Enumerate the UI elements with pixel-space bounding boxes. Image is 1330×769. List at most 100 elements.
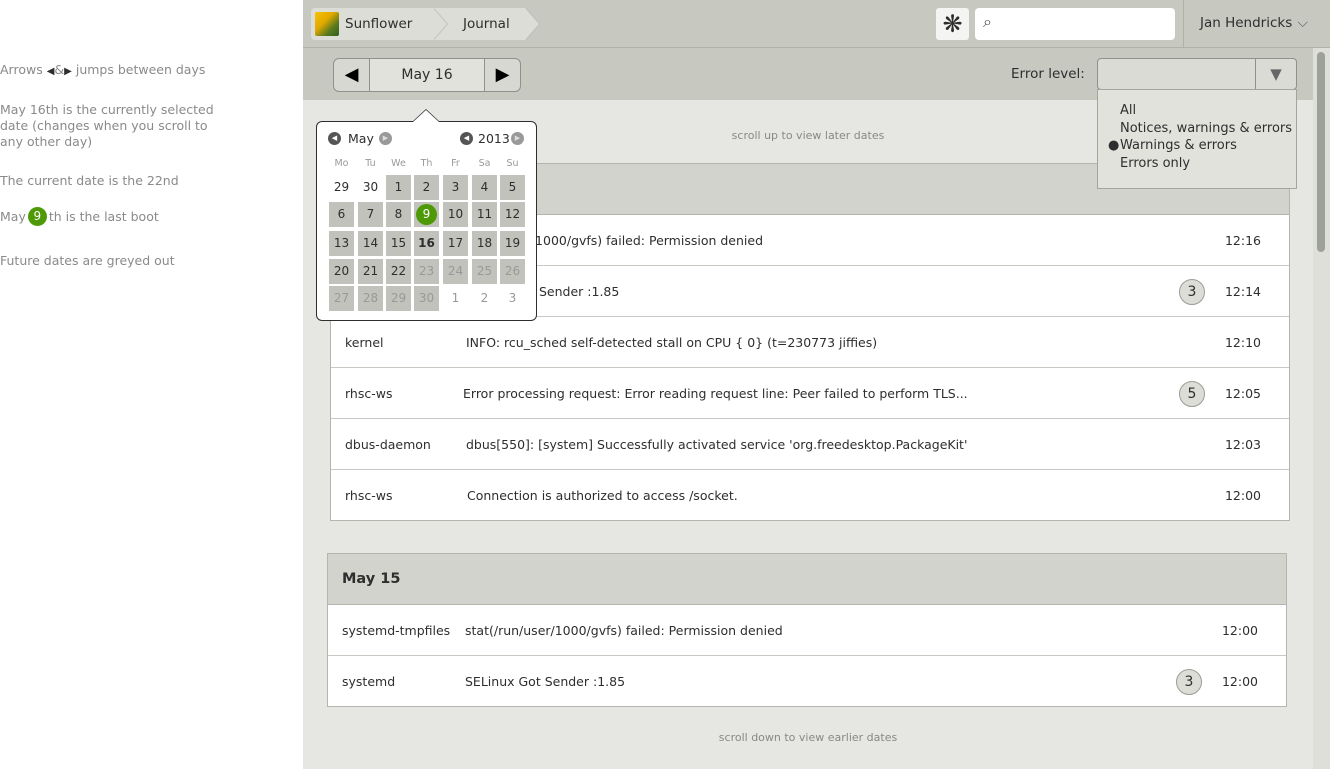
calendar-weekday: Fr	[451, 158, 460, 169]
log-source: kernel	[345, 335, 384, 350]
calendar-day[interactable]: 4	[472, 175, 497, 200]
repeat-count-badge: 3	[1176, 669, 1202, 695]
error-level-option[interactable]: ● Warnings & errors	[1098, 137, 1296, 155]
breadcrumb-sunflower[interactable]: Sunflower	[311, 8, 448, 40]
log-message: INFO: rcu_sched self-detected stall on C…	[466, 335, 878, 350]
calendar-day[interactable]: 18	[472, 231, 497, 256]
calendar-day[interactable]: 5	[500, 175, 525, 200]
calendar-day[interactable]: 25	[472, 259, 497, 284]
error-level-option[interactable]: Notices, warnings & errors	[1098, 120, 1296, 138]
calendar-day[interactable]: 2	[472, 286, 497, 311]
next-year-button[interactable]: ▶	[511, 132, 524, 145]
calendar-day[interactable]: 24	[443, 259, 468, 284]
search-input[interactable]	[1005, 12, 1169, 36]
calendar-day[interactable]: 20	[329, 259, 354, 284]
date-navigator: ◀ May 16 ▶	[333, 58, 521, 92]
calendar-weekday: We	[391, 158, 406, 169]
log-message: Connection is authorized to access /sock…	[467, 488, 738, 503]
calendar-day[interactable]: 30	[358, 175, 383, 200]
calendar-day[interactable]: 2	[414, 175, 439, 200]
calendar-day[interactable]: 29	[386, 286, 411, 311]
calendar-day[interactable]: 23	[414, 259, 439, 284]
calendar-day[interactable]: 16	[414, 231, 439, 256]
calendar-header: ◀ May ▶ ◀ 2013 ▶	[317, 130, 536, 150]
calendar-day[interactable]: 10	[443, 202, 468, 227]
scroll-down-hint: scroll down to view earlier dates	[718, 731, 898, 744]
calendar-weekday: Th	[420, 158, 433, 169]
calendar-day[interactable]: 12	[500, 202, 525, 227]
calendar-day[interactable]: 11	[472, 202, 497, 227]
vertical-scrollbar[interactable]	[1313, 48, 1330, 769]
calendar-day[interactable]: 27	[329, 286, 354, 311]
calendar-day[interactable]: 1	[386, 175, 411, 200]
log-row[interactable]: rhsc-ws Connection is authorized to acces…	[331, 470, 1289, 521]
calendar-day[interactable]: 19	[500, 231, 525, 256]
log-source: rhsc-ws	[345, 488, 393, 503]
calendar-day[interactable]: 13	[329, 231, 354, 256]
calendar-popover: ◀ May ▶ ◀ 2013 ▶ Mo Tu We Th Fr Sa Su 29 30 1 2 3 4 5…	[316, 109, 537, 321]
calendar-day[interactable]: 9	[414, 202, 439, 227]
log-time: 12:10	[1224, 335, 1261, 350]
date-picker-button[interactable]: May 16	[370, 59, 484, 91]
log-row[interactable]: rhsc-ws Error processing request: Error r…	[331, 368, 1289, 419]
day-group-may-15: May 15 systemd-tmpfiles stat(/run/user/10…	[327, 553, 1287, 707]
log-source: rhsc-ws	[345, 386, 393, 401]
note-selected: May 16th is the currently selected date …	[0, 102, 214, 150]
error-level-option[interactable]: Errors only	[1098, 155, 1296, 173]
next-month-button[interactable]: ▶	[379, 132, 392, 145]
note-text: May	[0, 209, 26, 224]
log-row[interactable]: systemd-tmpfiles stat(/run/user/1000/gvfs…	[328, 605, 1286, 656]
log-message: SELinux Got Sender :1.85	[465, 674, 626, 689]
calendar-day[interactable]: 3	[443, 175, 468, 200]
calendar-day[interactable]: 21	[358, 259, 383, 284]
gear-icon: ❋	[942, 10, 963, 38]
note-text: &	[54, 62, 65, 77]
prev-month-button[interactable]: ◀	[328, 132, 341, 145]
calendar-weekday: Tu	[365, 158, 376, 169]
log-source: systemd	[342, 674, 396, 689]
calendar-day[interactable]: 6	[329, 202, 354, 227]
prev-day-button[interactable]: ◀	[334, 59, 370, 91]
boot-marker-icon: 9	[416, 204, 437, 225]
prev-year-button[interactable]: ◀	[460, 132, 473, 145]
breadcrumb-label: Journal	[463, 16, 510, 32]
settings-button[interactable]: ❋	[936, 8, 969, 40]
calendar-day[interactable]: 17	[443, 231, 468, 256]
log-message: stat(/run/user/1000/gvfs) failed: Permis…	[465, 623, 783, 638]
error-level-option-label: Notices, warnings & errors	[1120, 120, 1293, 136]
log-message: er/1000/gvfs) failed: Permission denied	[518, 233, 764, 248]
log-row[interactable]: dbus-daemon dbus[550]: [system] Successfu…	[331, 419, 1289, 470]
next-day-button[interactable]: ▶	[484, 59, 520, 91]
calendar-day[interactable]: 30	[414, 286, 439, 311]
scrollbar-thumb[interactable]	[1317, 52, 1325, 252]
error-level-select[interactable]: ▼	[1097, 58, 1297, 90]
error-level-menu: All Notices, warnings & errors ● Warnings &…	[1097, 89, 1297, 189]
calendar-day[interactable]: 28	[358, 286, 383, 311]
calendar-day[interactable]: 7	[358, 202, 383, 227]
log-row[interactable]: kernel INFO: rcu_sched self-detected stal…	[331, 317, 1289, 368]
log-row[interactable]: systemd SELinux Got Sender :1.85 3 12:00	[328, 656, 1286, 707]
calendar-day[interactable]: 1	[443, 286, 468, 311]
log-time: 12:05	[1224, 386, 1261, 401]
calendar-day[interactable]: 8	[386, 202, 411, 227]
search-box[interactable]: ⌕	[975, 8, 1175, 40]
note-text: Arrows	[0, 62, 43, 77]
calendar-day[interactable]: 26	[500, 259, 525, 284]
calendar-day[interactable]: 15	[386, 231, 411, 256]
error-level-option-label: Warnings & errors	[1120, 138, 1237, 153]
user-menu[interactable]: Jan Hendricks ⌵	[1183, 0, 1330, 47]
note-current: The current date is the 22nd	[0, 173, 179, 188]
calendar-day[interactable]: 14	[358, 231, 383, 256]
user-name: Jan Hendricks	[1200, 15, 1293, 31]
error-level-option[interactable]: All	[1098, 102, 1296, 120]
calendar-day[interactable]: 29	[329, 175, 354, 200]
calendar-weekday: Su	[506, 158, 519, 169]
boot-marker-icon: 9	[27, 207, 47, 226]
note-text: May 16th is the currently selected	[0, 102, 214, 117]
error-level-label: Error level:	[1011, 66, 1085, 82]
header-bar: Journal Sunflower ❋ ⌕ Jan Hendricks ⌵	[303, 0, 1330, 48]
calendar-day[interactable]: 3	[500, 286, 525, 311]
calendar-day[interactable]: 22	[386, 259, 411, 284]
error-level-dropdown-button[interactable]: ▼	[1255, 59, 1296, 89]
log-source: dbus-daemon	[345, 437, 431, 452]
